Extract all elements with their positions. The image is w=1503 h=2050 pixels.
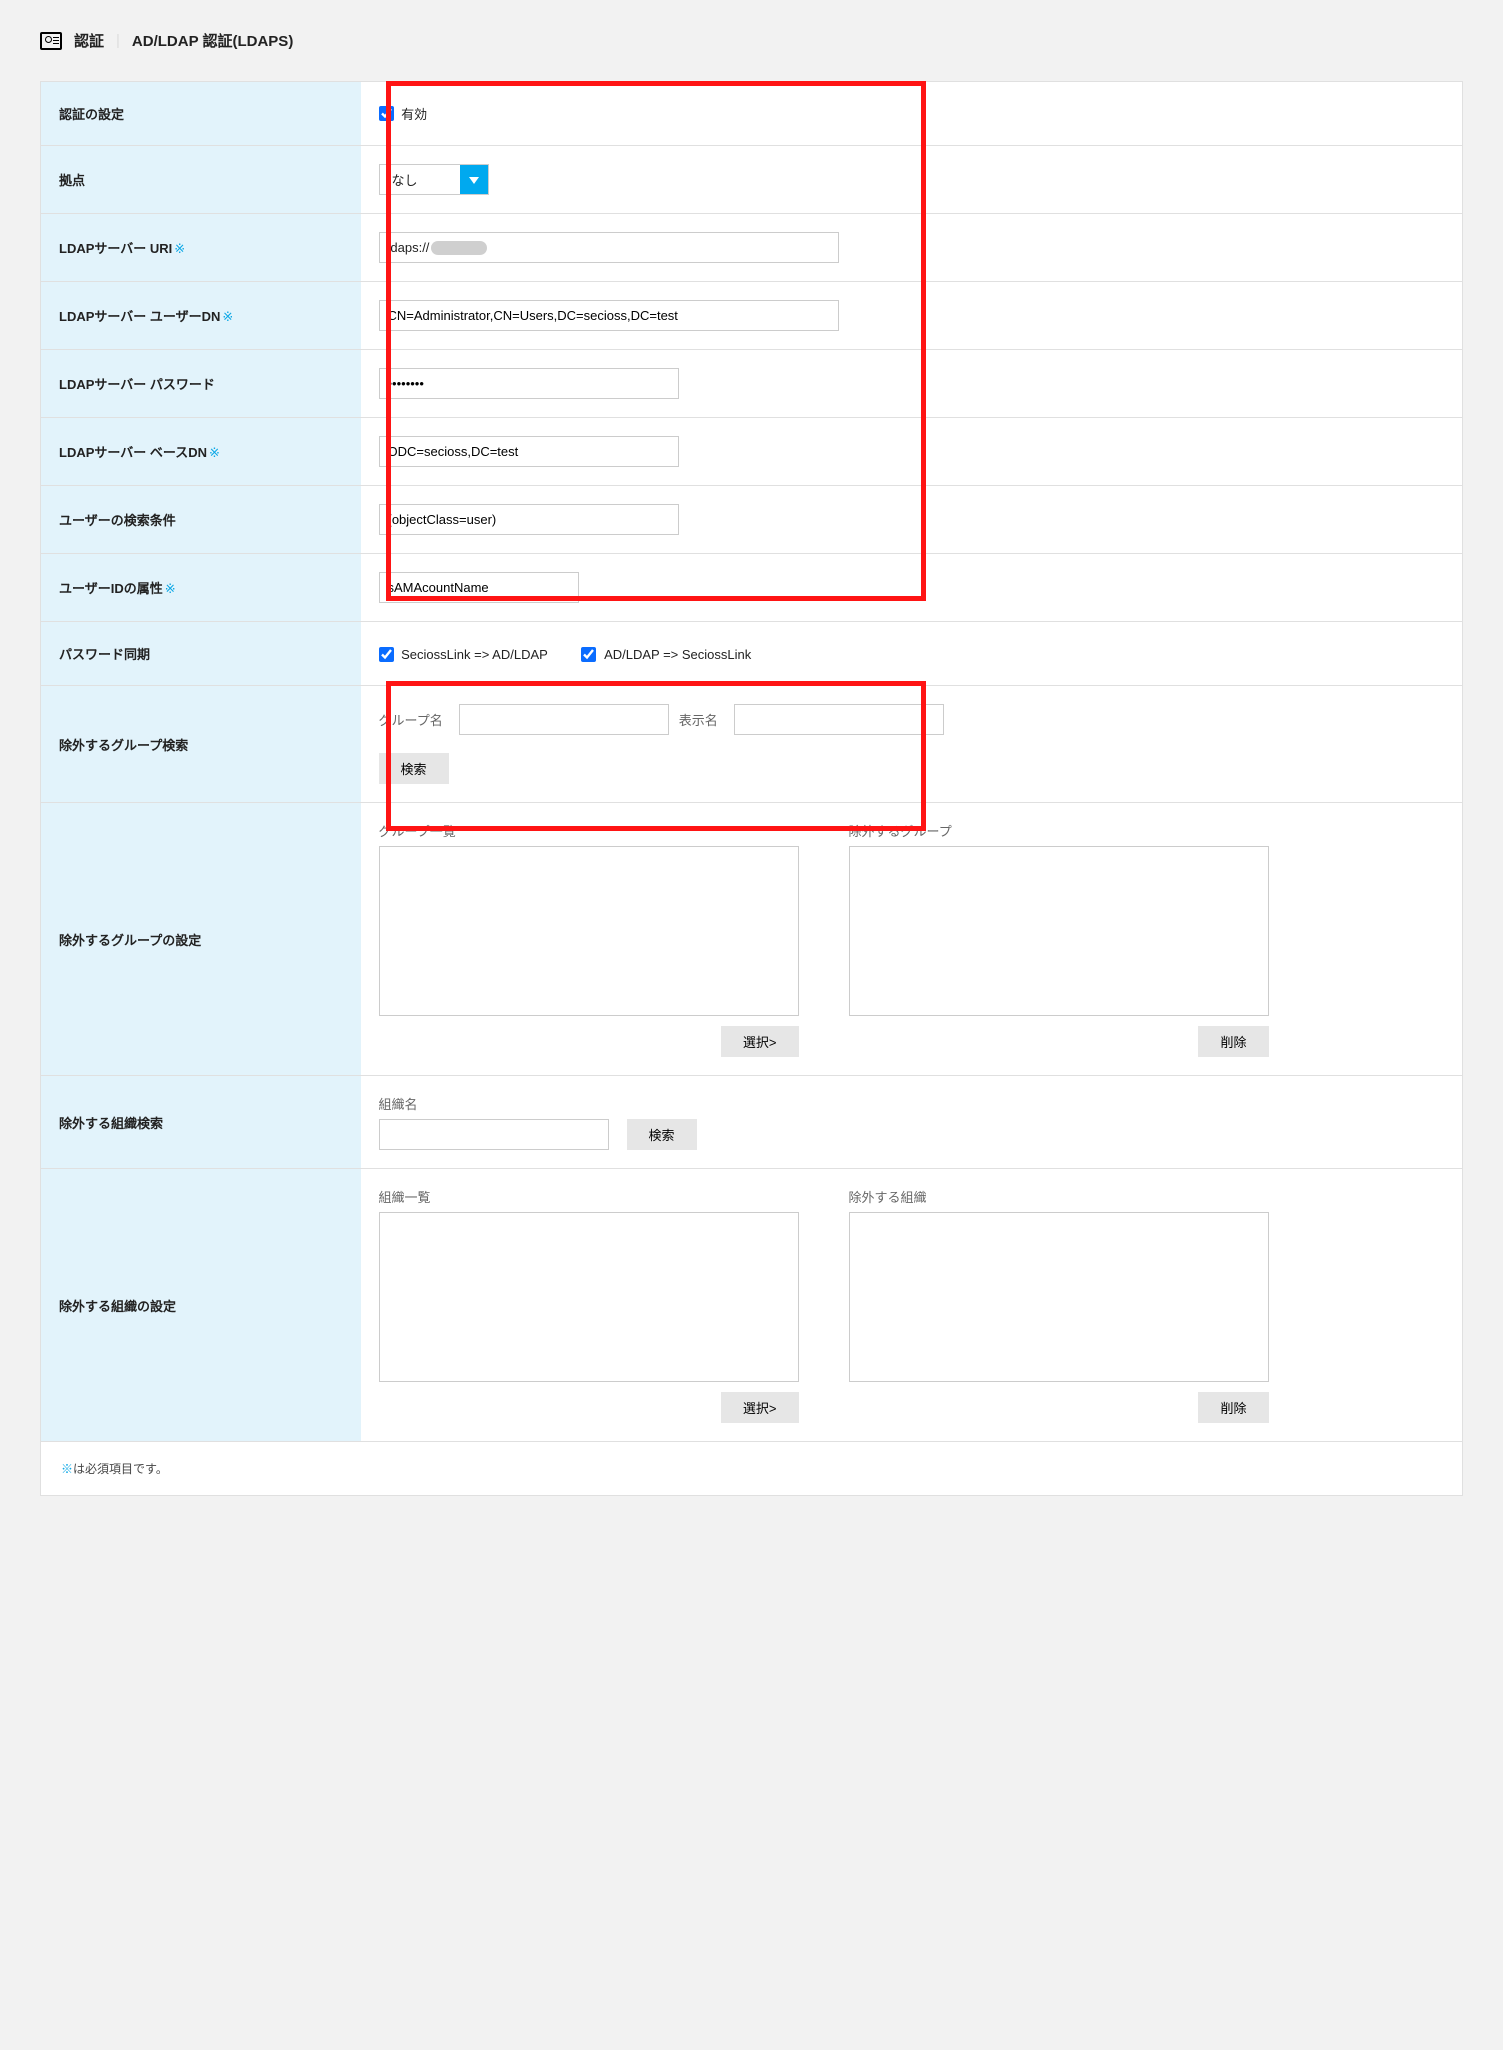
enabled-label: 有効 [401, 107, 427, 122]
group-name-input[interactable] [459, 704, 669, 735]
exclude-group-box[interactable] [849, 846, 1269, 1016]
row-user-id-attr: ユーザーIDの属性※ [41, 554, 1463, 622]
group-select-button[interactable]: 選択> [721, 1026, 799, 1057]
label-site: 拠点 [41, 146, 361, 214]
label-user-id-attr: ユーザーIDの属性 [59, 581, 163, 596]
label-exclude-group-search: 除外するグループ検索 [41, 686, 361, 803]
site-select-value: なし [380, 165, 460, 194]
display-name-label: 表示名 [679, 710, 718, 729]
exclude-org-label: 除外する組織 [849, 1187, 1269, 1206]
header-category: 認証 [74, 30, 104, 51]
page-title: AD/LDAP 認証(LDAPS) [132, 30, 293, 51]
group-list-box[interactable] [379, 846, 799, 1016]
ldap-uri-value[interactable]: ldaps:// [388, 240, 430, 255]
display-name-input[interactable] [734, 704, 944, 735]
label-password-sync: パスワード同期 [41, 622, 361, 686]
enabled-checkbox[interactable] [379, 106, 394, 121]
ldap-user-dn-input[interactable] [379, 300, 839, 331]
row-exclude-org-setting: 除外する組織の設定 組織一覧 選択> 除外する組織 削除 [41, 1169, 1463, 1442]
label-ldap-uri: LDAPサーバー URI [59, 241, 172, 256]
dropdown-icon [460, 165, 488, 194]
label-user-search: ユーザーの検索条件 [41, 486, 361, 554]
required-mark: ※ [174, 241, 185, 256]
exclude-group-label: 除外するグループ [849, 821, 1269, 840]
page-header: 認証 | AD/LDAP 認証(LDAPS) [40, 30, 1463, 51]
sync1-checkbox[interactable] [379, 647, 394, 662]
label-exclude-group-setting: 除外するグループの設定 [41, 803, 361, 1076]
footer-note-text: は必須項目です。 [73, 1462, 168, 1476]
required-mark: ※ [222, 309, 233, 324]
label-auth-setting: 認証の設定 [41, 82, 361, 146]
footer-note: ※は必須項目です。 [40, 1442, 1463, 1496]
org-select-button[interactable]: 選択> [721, 1392, 799, 1423]
row-user-search: ユーザーの検索条件 [41, 486, 1463, 554]
org-list-label: 組織一覧 [379, 1187, 799, 1206]
org-name-label: 組織名 [379, 1094, 1445, 1113]
row-exclude-org-search: 除外する組織検索 組織名 検索 [41, 1076, 1463, 1169]
row-ldap-password: LDAPサーバー パスワード [41, 350, 1463, 418]
label-ldap-user-dn: LDAPサーバー ユーザーDN [59, 309, 220, 324]
row-exclude-group-setting: 除外するグループの設定 グループ一覧 選択> 除外するグループ 削除 [41, 803, 1463, 1076]
row-password-sync: パスワード同期 SeciossLink => AD/LDAP AD/LDAP =… [41, 622, 1463, 686]
settings-form: 認証の設定 有効 拠点 なし LDAPサーバー URI※ [40, 81, 1463, 1442]
required-mark: ※ [209, 445, 220, 460]
exclude-org-box[interactable] [849, 1212, 1269, 1382]
header-separator: | [116, 32, 120, 49]
label-ldap-password: LDAPサーバー パスワード [41, 350, 361, 418]
row-ldap-user-dn: LDAPサーバー ユーザーDN※ [41, 282, 1463, 350]
ldap-uri-redacted [431, 241, 487, 255]
footer-required-mark: ※ [61, 1462, 73, 1476]
ldap-password-input[interactable] [379, 368, 679, 399]
label-exclude-org-search: 除外する組織検索 [41, 1076, 361, 1169]
label-ldap-base-dn: LDAPサーバー ベースDN [59, 445, 207, 460]
group-delete-button[interactable]: 削除 [1198, 1026, 1268, 1057]
group-search-button[interactable]: 検索 [379, 753, 449, 784]
sync2-checkbox[interactable] [581, 647, 596, 662]
user-id-attr-input[interactable] [379, 572, 579, 603]
org-delete-button[interactable]: 削除 [1198, 1392, 1268, 1423]
row-ldap-base-dn: LDAPサーバー ベースDN※ [41, 418, 1463, 486]
label-exclude-org-setting: 除外する組織の設定 [41, 1169, 361, 1442]
required-mark: ※ [165, 581, 176, 596]
ldap-base-dn-input[interactable] [379, 436, 679, 467]
org-list-box[interactable] [379, 1212, 799, 1382]
sync1-label: SeciossLink => AD/LDAP [401, 647, 548, 662]
auth-icon [40, 32, 62, 50]
row-ldap-uri: LDAPサーバー URI※ ldaps:// [41, 214, 1463, 282]
sync2-label: AD/LDAP => SeciossLink [604, 647, 751, 662]
group-name-label: グループ名 [379, 710, 443, 729]
group-list-label: グループ一覧 [379, 821, 799, 840]
row-auth-setting: 認証の設定 有効 [41, 82, 1463, 146]
user-search-input[interactable] [379, 504, 679, 535]
row-site: 拠点 なし [41, 146, 1463, 214]
site-select[interactable]: なし [379, 164, 489, 195]
org-search-button[interactable]: 検索 [627, 1119, 697, 1150]
row-exclude-group-search: 除外するグループ検索 グループ名 表示名 検索 [41, 686, 1463, 803]
org-name-input[interactable] [379, 1119, 609, 1150]
